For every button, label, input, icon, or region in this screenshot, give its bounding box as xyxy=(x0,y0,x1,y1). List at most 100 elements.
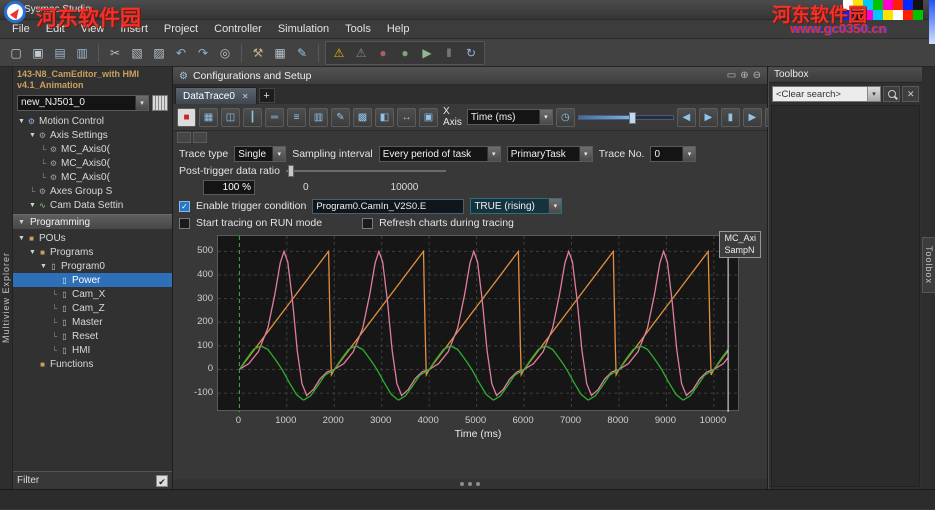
paste-icon[interactable]: ▨ xyxy=(149,43,169,63)
tree-item-motion-control[interactable]: ▼ ⚙ Motion Control xyxy=(13,115,172,129)
vertical-cursor-button[interactable]: ┃ xyxy=(243,107,262,127)
chart-layout-single-button[interactable]: ◫ xyxy=(221,107,240,127)
record-button[interactable]: ■ xyxy=(177,107,196,127)
menu-controller[interactable]: Controller xyxy=(206,21,270,37)
pager-dot[interactable] xyxy=(476,482,480,486)
slider-handle-icon[interactable] xyxy=(628,111,636,124)
save-all-icon[interactable]: ▥ xyxy=(72,43,92,63)
tree-item-mc-axis0-[interactable]: └ ⚙ MC_Axis0( xyxy=(13,171,172,185)
zoom-out-icon[interactable]: ⊖ xyxy=(753,70,761,81)
new-project-icon[interactable]: ▢ xyxy=(6,43,26,63)
search-icon[interactable]: ◎ xyxy=(215,43,235,63)
monitor-icon[interactable]: ▦ xyxy=(270,43,290,63)
chevron-down-icon[interactable]: ▼ xyxy=(28,132,37,139)
build-icon[interactable]: ⚒ xyxy=(248,43,268,63)
multiview-explorer-strip[interactable]: Multiview Explorer xyxy=(0,67,13,489)
tree-item-hmi[interactable]: └ ▯ HMI xyxy=(13,343,172,357)
chevron-down-icon[interactable]: ▼ xyxy=(28,202,37,209)
menu-insert[interactable]: Insert xyxy=(112,21,156,37)
chevron-down-icon[interactable]: ▼ xyxy=(39,263,48,270)
chevron-down-icon[interactable]: ▼ xyxy=(28,249,37,256)
warning-icon[interactable]: ⚠ xyxy=(329,43,349,63)
open-project-icon[interactable]: ▣ xyxy=(28,43,48,63)
post-trigger-value-field[interactable]: 100 % xyxy=(203,180,255,195)
menu-edit[interactable]: Edit xyxy=(38,21,73,37)
pause-button[interactable]: ▮ xyxy=(720,107,740,127)
pin-icon[interactable]: ▭ xyxy=(727,70,736,81)
menu-project[interactable]: Project xyxy=(156,21,206,37)
menu-file[interactable]: File xyxy=(4,21,38,37)
error-icon[interactable]: ● xyxy=(373,43,393,63)
menu-simulation[interactable]: Simulation xyxy=(270,21,337,37)
horizontal-cursor-button[interactable]: ═ xyxy=(265,107,284,127)
task-dropdown[interactable]: PrimaryTask xyxy=(506,146,593,162)
warning-dim-icon[interactable]: ⚠ xyxy=(351,43,371,63)
clear-search-icon[interactable] xyxy=(902,86,919,102)
table-view-button[interactable]: ▥ xyxy=(309,107,328,127)
toolbox-side-tab[interactable]: Toolbox xyxy=(922,237,935,294)
add-tab-button[interactable] xyxy=(258,88,275,103)
pager-dot[interactable] xyxy=(460,482,464,486)
copy-icon[interactable]: ▧ xyxy=(127,43,147,63)
chart-layout-grid-button[interactable]: ▦ xyxy=(199,107,218,127)
pager-dot[interactable] xyxy=(468,482,472,486)
tree-item-axis-settings[interactable]: ▼ ⚙ Axis Settings xyxy=(13,129,172,143)
menu-tools[interactable]: Tools xyxy=(337,21,379,37)
tree-item-cam-data-settin[interactable]: ▼ ∿ Cam Data Settin xyxy=(13,199,172,213)
zoom-in-icon[interactable]: ⊕ xyxy=(740,70,748,81)
time-range-button[interactable]: ◷ xyxy=(555,107,575,127)
snapshot-button[interactable]: ▣ xyxy=(419,107,438,127)
post-trigger-slider[interactable] xyxy=(285,165,446,177)
tree-item-cam-z[interactable]: └ ▯ Cam_Z xyxy=(13,301,172,315)
legend-button[interactable]: ≡ xyxy=(287,107,306,127)
play-back-button[interactable]: ▶ xyxy=(698,107,718,127)
close-icon[interactable] xyxy=(242,92,249,101)
save-icon[interactable]: ▤ xyxy=(50,43,70,63)
tree-item-mc-axis0-[interactable]: └ ⚙ MC_Axis0( xyxy=(13,143,172,157)
tree-item-programs[interactable]: ▼ ■ Programs xyxy=(13,245,172,259)
pen-button[interactable]: ✎ xyxy=(331,107,350,127)
enable-trigger-checkbox[interactable] xyxy=(179,200,190,212)
tab-datatrace0[interactable]: DataTrace0 xyxy=(175,87,257,104)
tree-item-program0[interactable]: ▼ ▯ Program0 xyxy=(13,259,172,273)
add-series-button[interactable] xyxy=(177,132,191,143)
tree-item-cam-x[interactable]: └ ▯ Cam_X xyxy=(13,287,172,301)
tree-item-power[interactable]: ▯ Power xyxy=(13,273,172,288)
fit-width-button[interactable]: ↔ xyxy=(397,107,416,127)
chevron-down-icon[interactable]: ▼ xyxy=(17,235,26,242)
time-zoom-slider[interactable] xyxy=(577,111,674,124)
run-icon[interactable]: ▶ xyxy=(417,43,437,63)
remove-series-button[interactable] xyxy=(193,132,207,143)
tree-item-master[interactable]: └ ▯ Master xyxy=(13,315,172,329)
overlay-view-button[interactable]: ▩ xyxy=(353,107,372,127)
trace-chart[interactable]: MC_Axi SampN 500 400 300 200 100 0 -100 0 1000 20… xyxy=(179,231,761,479)
slider-handle-icon[interactable] xyxy=(287,165,294,177)
search-icon[interactable] xyxy=(883,86,900,102)
chart-plot-area[interactable] xyxy=(217,235,740,412)
edit-mode-icon[interactable]: ✎ xyxy=(292,43,312,63)
x-axis-dropdown[interactable]: Time (ms) xyxy=(466,109,553,125)
play-button[interactable]: ▶ xyxy=(742,107,762,127)
trigger-condition-dropdown[interactable]: TRUE (rising) xyxy=(470,198,563,214)
toolbox-search-dropdown[interactable]: <Clear search> xyxy=(772,86,881,102)
menu-view[interactable]: View xyxy=(73,21,113,37)
refresh-charts-checkbox[interactable] xyxy=(362,217,374,229)
trigger-variable-box[interactable]: Program0.CamIn_V2S0.E xyxy=(312,198,465,214)
trace-no-dropdown[interactable]: 0 xyxy=(650,146,697,162)
programming-section-header[interactable]: ▼ Programming xyxy=(13,214,172,230)
step-back-button[interactable]: ◀ xyxy=(676,107,696,127)
filter-checkbox[interactable] xyxy=(156,474,168,487)
tree-item-reset[interactable]: └ ▯ Reset xyxy=(13,329,172,343)
cut-icon[interactable]: ✂ xyxy=(105,43,125,63)
trace-type-dropdown[interactable]: Single xyxy=(234,146,287,162)
tree-item-mc-axis0-[interactable]: └ ⚙ MC_Axis0( xyxy=(13,157,172,171)
split-view-button[interactable]: ◧ xyxy=(375,107,394,127)
menu-help[interactable]: Help xyxy=(379,21,418,37)
device-dropdown[interactable]: new_NJ501_0 xyxy=(17,94,149,111)
tree-item-functions[interactable]: ■ Functions xyxy=(13,357,172,371)
ok-icon[interactable]: ● xyxy=(395,43,415,63)
tree-item-pous[interactable]: ▼ ■ POUs xyxy=(13,231,172,245)
tree-item-axes-group-s[interactable]: └ ⚙ Axes Group S xyxy=(13,185,172,199)
chart-pager[interactable] xyxy=(173,479,767,489)
undo-icon[interactable]: ↶ xyxy=(171,43,191,63)
